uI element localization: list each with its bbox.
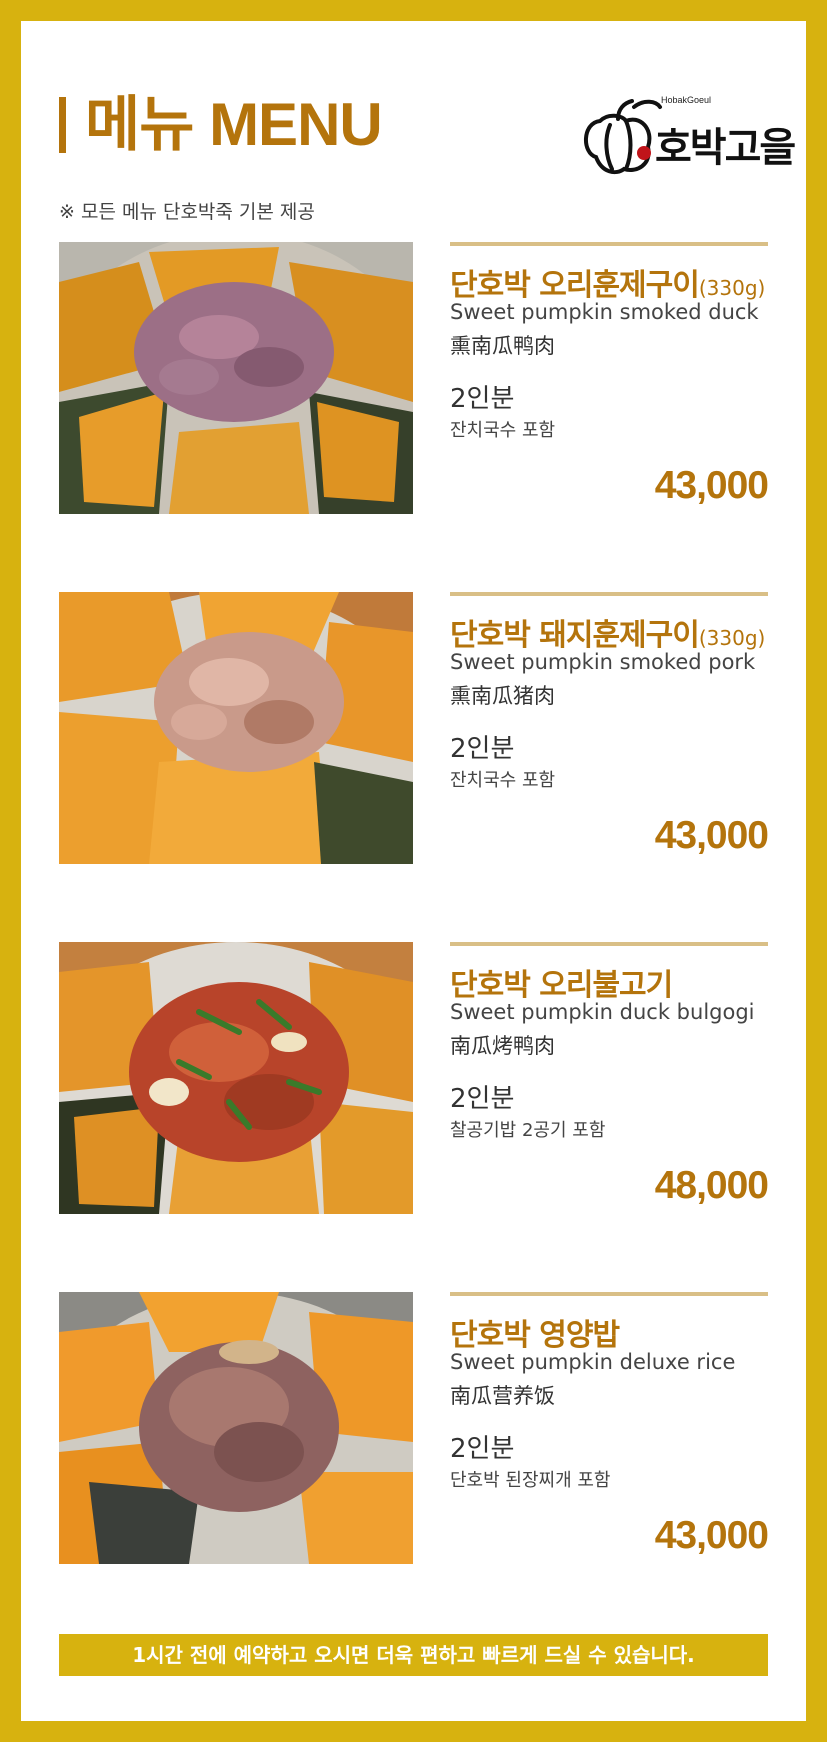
dish-includes: 찰공기밥 2공기 포함: [450, 1120, 606, 1141]
menu-card: 메뉴 MENU ※ 모든 메뉴 단호박죽 기본 제공 HobakGoeul 호박…: [21, 21, 806, 1721]
dish-name: 단호박 오리훈제구이(330g): [450, 260, 765, 304]
logo-subtitle: HobakGoeul: [661, 95, 712, 105]
dish-name-text: 단호박 오리불고기: [450, 968, 673, 1003]
dish-name-text: 단호박 오리훈제구이: [450, 268, 700, 303]
dish-includes: 단호박 된장찌개 포함: [450, 1470, 611, 1491]
reservation-banner: 1시간 전에 예약하고 오시면 더욱 편하고 빠르게 드실 수 있습니다.: [59, 1634, 768, 1676]
dish-servings: 2인분: [450, 1434, 515, 1464]
dish-photo: [59, 592, 413, 864]
dish-includes: 잔치국수 포함: [450, 420, 556, 441]
menu-item: 단호박 돼지훈제구이(330g) Sweet pumpkin smoked po…: [21, 592, 806, 867]
dish-price: 43,000: [654, 464, 769, 507]
dish-chinese-name: 熏南瓜猪肉: [450, 684, 555, 708]
dish-name-text: 단호박 돼지훈제구이: [450, 618, 700, 653]
dish-chinese-name: 熏南瓜鸭肉: [450, 334, 555, 358]
dish-name-text: 단호박 영양밥: [450, 1318, 620, 1353]
dish-weight: (330g): [698, 626, 766, 650]
page-title: 메뉴 MENU: [85, 91, 383, 158]
menu-item: 단호박 오리훈제구이(330g) Sweet pumpkin smoked du…: [21, 242, 806, 517]
dish-english-name: Sweet pumpkin duck bulgogi: [450, 1000, 755, 1024]
dish-includes: 잔치국수 포함: [450, 770, 556, 791]
dish-photo: [59, 942, 413, 1214]
menu-note: ※ 모든 메뉴 단호박죽 기본 제공: [59, 201, 315, 223]
dish-servings: 2인분: [450, 1084, 515, 1114]
dish-photo: [59, 1292, 413, 1564]
dish-price: 43,000: [654, 814, 769, 857]
dish-english-name: Sweet pumpkin deluxe rice: [450, 1350, 736, 1374]
dish-price: 43,000: [654, 1514, 769, 1557]
dish-photo: [59, 242, 413, 514]
menu-item: 단호박 영양밥 Sweet pumpkin deluxe rice 南瓜营养饭 …: [21, 1292, 806, 1567]
divider: [450, 242, 768, 246]
divider: [450, 592, 768, 596]
dish-name: 단호박 영양밥: [450, 1310, 620, 1354]
dish-price: 48,000: [654, 1164, 769, 1207]
divider: [450, 942, 768, 946]
dish-chinese-name: 南瓜营养饭: [450, 1384, 555, 1408]
dish-name: 단호박 돼지훈제구이(330g): [450, 610, 765, 654]
dish-weight: (330g): [698, 276, 766, 300]
dish-name: 단호박 오리불고기: [450, 960, 673, 1004]
dish-servings: 2인분: [450, 384, 515, 414]
logo-name: 호박고을: [655, 124, 796, 171]
dish-chinese-name: 南瓜烤鸭肉: [450, 1034, 555, 1058]
dish-english-name: Sweet pumpkin smoked pork: [450, 650, 756, 674]
menu-item: 단호박 오리불고기 Sweet pumpkin duck bulgogi 南瓜烤…: [21, 942, 806, 1217]
dish-english-name: Sweet pumpkin smoked duck: [450, 300, 759, 324]
title-accent-bar: [59, 97, 66, 153]
dish-servings: 2인분: [450, 734, 515, 764]
divider: [450, 1292, 768, 1296]
